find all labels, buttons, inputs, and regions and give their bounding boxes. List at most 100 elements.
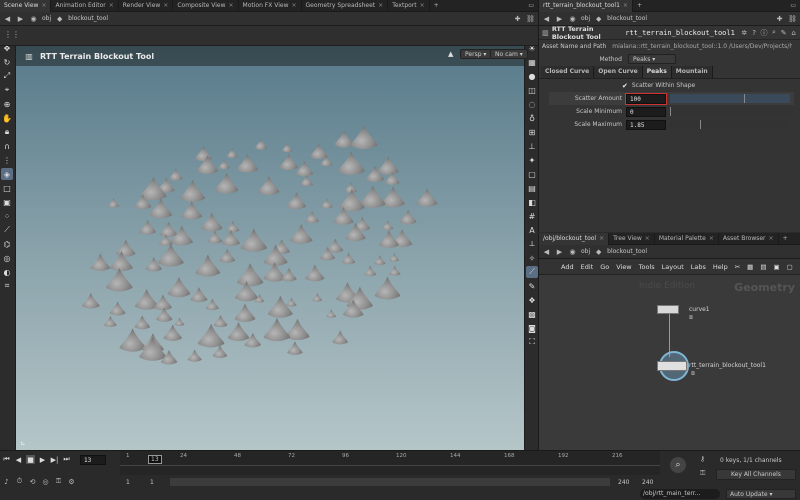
fullscreen-icon[interactable]: ⛶ bbox=[526, 336, 538, 348]
tab-parameters[interactable]: rtt_terrain_blockout_tool1 × bbox=[539, 0, 633, 12]
status-path[interactable]: /obj/rtt_main_terr... bbox=[640, 489, 720, 499]
auto-update-menu[interactable]: Auto Update ▾ bbox=[726, 489, 796, 499]
key-all-icon[interactable]: ⚿ bbox=[700, 469, 712, 481]
tab-peaks[interactable]: Peaks bbox=[642, 66, 672, 78]
view-tool-icon[interactable]: ✋ bbox=[1, 112, 13, 124]
snap-icon[interactable]: ⋮ bbox=[1, 154, 13, 166]
key-all-channels-button[interactable]: Key All Channels bbox=[716, 469, 796, 480]
tab-textport[interactable]: Textport × bbox=[388, 0, 430, 12]
gear-icon[interactable]: ✲ bbox=[741, 28, 748, 37]
lock-icon[interactable]: ▲ bbox=[448, 50, 453, 58]
menu-help[interactable]: Help bbox=[713, 263, 728, 271]
menu-edit[interactable]: Edit bbox=[581, 263, 594, 271]
record-icon[interactable]: ◎ bbox=[41, 477, 50, 486]
viewport[interactable]: ⊾ bbox=[16, 46, 524, 450]
timeline-ruler[interactable]: 1 24 48 72 96 120 144 168 192 216 13 bbox=[120, 451, 660, 475]
scale-max-slider[interactable] bbox=[670, 120, 790, 129]
end-frame-a[interactable]: 240 bbox=[618, 479, 629, 486]
visualizer-icon[interactable]: ✦ bbox=[526, 154, 538, 166]
link-icon[interactable]: ⛓ bbox=[788, 14, 797, 23]
layout-icon[interactable]: ▣ bbox=[773, 262, 779, 271]
scatter-amount-field[interactable]: 100 bbox=[625, 92, 667, 105]
grid-icon[interactable]: ▦ bbox=[747, 262, 753, 271]
lock-icon[interactable]: ⌂ bbox=[790, 28, 797, 37]
object-select-icon[interactable]: □ bbox=[1, 182, 13, 194]
lock-icon[interactable]: 🔒︎ bbox=[1, 126, 13, 138]
current-frame-field[interactable]: 13 bbox=[80, 455, 106, 465]
close-icon[interactable]: × bbox=[769, 233, 774, 245]
handle-tool-icon[interactable]: ⊕ bbox=[1, 98, 13, 110]
close-icon[interactable]: × bbox=[420, 0, 425, 12]
info-icon[interactable]: ⓘ bbox=[760, 28, 767, 37]
jump-start-icon[interactable]: ⏮ bbox=[2, 455, 11, 464]
rotate-tool-icon[interactable]: ↻ bbox=[1, 56, 13, 68]
path-node[interactable]: blockout_tool bbox=[607, 248, 647, 255]
list-icon[interactable]: ▤ bbox=[760, 262, 766, 271]
search-icon[interactable]: ⌕ bbox=[770, 28, 777, 37]
back-arrow-icon[interactable]: ◀ bbox=[542, 14, 551, 23]
ghost-icon[interactable]: ◌ bbox=[526, 98, 538, 110]
tab-scene-view[interactable]: Scene View × bbox=[0, 0, 52, 12]
path-obj[interactable]: obj bbox=[581, 15, 590, 22]
add-tab-button[interactable]: + bbox=[779, 233, 792, 245]
dots-icon[interactable]: ⋮⋮ bbox=[4, 30, 20, 39]
range-slider[interactable] bbox=[170, 478, 610, 486]
close-icon[interactable]: × bbox=[623, 0, 628, 12]
key-search-icon[interactable]: ⌕ bbox=[670, 457, 686, 473]
labels-icon[interactable]: A bbox=[526, 224, 538, 236]
tab-closed-curve[interactable]: Closed Curve bbox=[541, 66, 595, 78]
jump-end-icon[interactable]: ⏭ bbox=[62, 455, 71, 464]
snapshot-icon[interactable]: ✧ bbox=[526, 252, 538, 264]
scale-min-field[interactable]: 0 bbox=[626, 106, 666, 117]
pin-icon[interactable]: ✚ bbox=[513, 14, 522, 23]
key-icon[interactable]: ⚿ bbox=[54, 477, 63, 486]
geometry-select-icon[interactable]: ◈ bbox=[1, 168, 13, 180]
stop-icon[interactable]: ■ bbox=[26, 455, 35, 464]
tab-render-view[interactable]: Render View × bbox=[119, 0, 174, 12]
pane-menu-icon[interactable]: ▭ bbox=[786, 0, 800, 12]
end-frame-b[interactable]: 240 bbox=[642, 479, 653, 486]
tab-material-palette[interactable]: Material Palette × bbox=[655, 233, 719, 245]
render-region-icon[interactable]: ⌗ bbox=[1, 280, 13, 292]
link-icon[interactable]: ⛓ bbox=[526, 14, 535, 23]
point-numbers-icon[interactable]: # bbox=[526, 210, 538, 222]
pin-icon[interactable]: ✚ bbox=[775, 14, 784, 23]
scatter-amount-slider[interactable] bbox=[670, 94, 790, 103]
close-icon[interactable]: × bbox=[709, 233, 714, 245]
help-icon[interactable]: ? bbox=[751, 28, 758, 37]
tab-open-curve[interactable]: Open Curve bbox=[594, 66, 643, 78]
step-forward-icon[interactable]: ▶| bbox=[50, 455, 59, 464]
forward-arrow-icon[interactable]: ▶ bbox=[555, 14, 564, 23]
tab-motion-fx-view[interactable]: Motion FX View × bbox=[239, 0, 302, 12]
menu-add[interactable]: Add bbox=[561, 263, 574, 271]
back-arrow-icon[interactable]: ◀ bbox=[542, 247, 551, 256]
close-icon[interactable]: × bbox=[599, 233, 604, 245]
path-obj[interactable]: obj bbox=[42, 15, 51, 22]
close-icon[interactable]: × bbox=[645, 233, 650, 245]
tab-animation-editor[interactable]: Animation Editor × bbox=[51, 0, 119, 12]
tab-composite-view[interactable]: Composite View × bbox=[173, 0, 239, 12]
pane-menu-icon[interactable]: ▭ bbox=[524, 0, 538, 12]
bulb-icon[interactable]: ♁ bbox=[526, 112, 538, 124]
tab-geometry-spreadsheet[interactable]: Geometry Spreadsheet × bbox=[302, 0, 389, 12]
render-icon[interactable]: ▩ bbox=[526, 308, 538, 320]
primitive-icon[interactable]: ▣ bbox=[1, 196, 13, 208]
audio-icon[interactable]: ♪ bbox=[2, 477, 11, 486]
loop-icon[interactable]: ⟲ bbox=[28, 477, 37, 486]
tab-mountain[interactable]: Mountain bbox=[671, 66, 713, 78]
close-icon[interactable]: × bbox=[41, 0, 46, 12]
background-icon[interactable]: ◧ bbox=[526, 196, 538, 208]
forward-arrow-icon[interactable]: ▶ bbox=[16, 14, 25, 23]
pick-icon[interactable]: ✎ bbox=[526, 280, 538, 292]
close-icon[interactable]: × bbox=[292, 0, 297, 12]
connectivity-icon[interactable]: ⌬ bbox=[1, 238, 13, 250]
start-frame-b[interactable]: 1 bbox=[150, 479, 154, 486]
scale-min-slider[interactable] bbox=[670, 107, 790, 116]
sticky-icon[interactable]: ▢ bbox=[787, 262, 793, 271]
scale-tool-icon[interactable]: ⤢ bbox=[1, 70, 13, 82]
safe-area-icon[interactable]: ▢ bbox=[526, 168, 538, 180]
path-obj[interactable]: obj bbox=[581, 248, 590, 255]
magnet-icon[interactable]: ∩ bbox=[1, 140, 13, 152]
start-frame-a[interactable]: 1 bbox=[126, 479, 130, 486]
menu-view[interactable]: View bbox=[616, 263, 631, 271]
